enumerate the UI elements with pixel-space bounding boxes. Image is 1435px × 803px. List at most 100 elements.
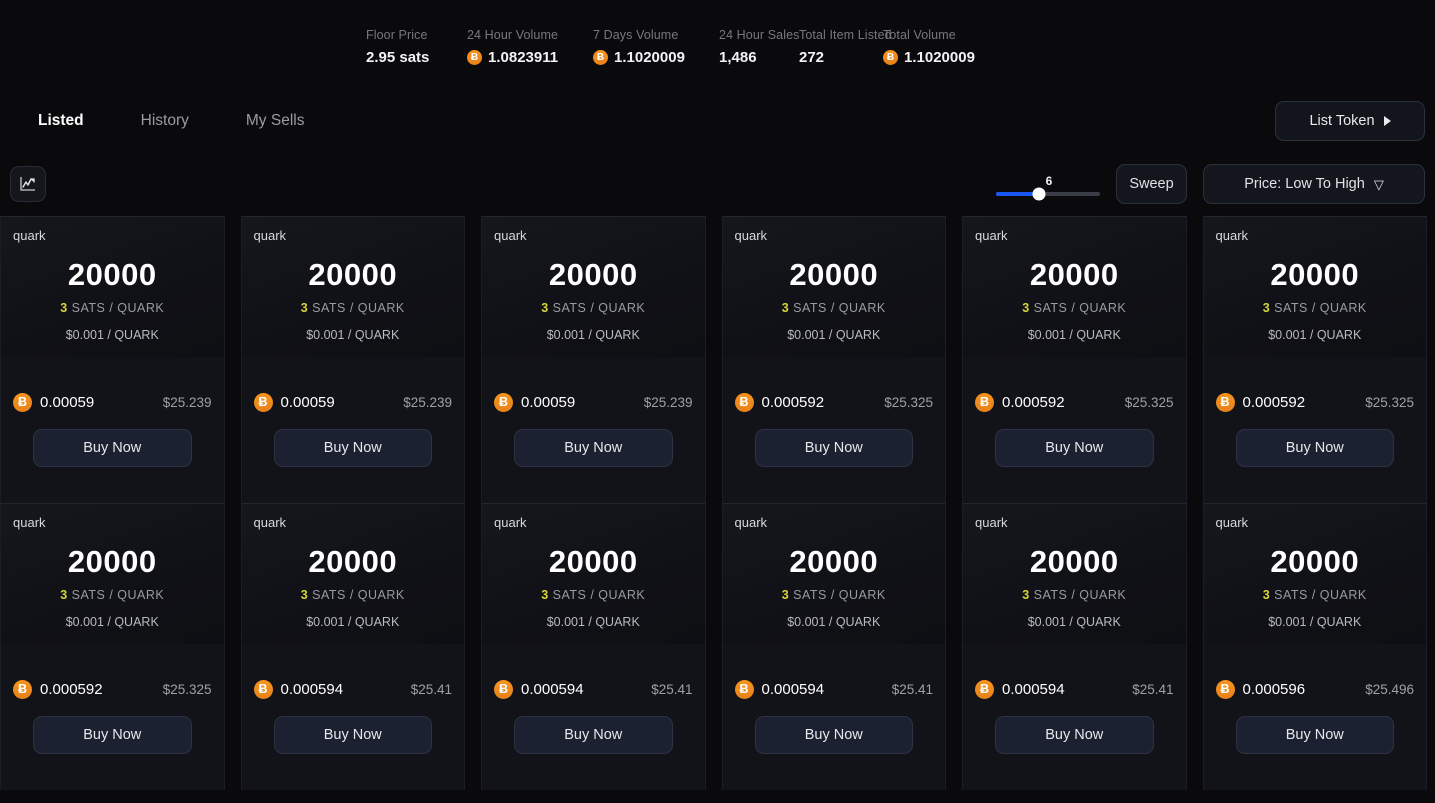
buy-now-label: Buy Now [564, 727, 622, 743]
stats-bar: Floor Price2.95 sats24 Hour VolumeɃ1.082… [0, 0, 1435, 90]
token-sat-rate-number: 3 [541, 301, 548, 315]
buy-now-button[interactable]: Buy Now [274, 716, 433, 754]
token-sat-rate-unit: SATS / QUARK [553, 588, 646, 602]
buy-now-button[interactable]: Buy Now [1236, 429, 1395, 467]
token-card[interactable]: quark200003 SATS / QUARK$0.001 / QUARK Ƀ0… [233, 503, 474, 790]
token-card[interactable]: quark200003 SATS / QUARK$0.001 / QUARKɃ0… [1195, 216, 1435, 503]
token-card-media: quark200003 SATS / QUARK$0.001 / QUARK [963, 217, 1186, 357]
sort-label: Price: Low To High [1244, 176, 1365, 192]
stat-value-text: 1.0823911 [488, 49, 558, 66]
token-card[interactable]: quark200003 SATS / QUARK$0.001 / QUARKɃ0… [233, 216, 474, 503]
buy-now-button[interactable]: Buy Now [755, 429, 914, 467]
token-btc-price-value: 0.00059 [281, 394, 335, 411]
slider-track[interactable] [996, 192, 1100, 196]
token-card-body: quark200003 SATS / QUARK$0.001 / QUARKɃ0… [962, 503, 1187, 790]
token-sat-rate-number: 3 [1022, 301, 1029, 315]
sweep-quantity-slider[interactable]: 6 [996, 172, 1100, 196]
list-token-button[interactable]: List Token [1275, 101, 1425, 141]
token-sat-rate: 3 SATS / QUARK [1, 588, 224, 602]
token-sat-rate-unit: SATS / QUARK [553, 301, 646, 315]
token-btc-price-value: 0.000596 [1243, 681, 1306, 698]
token-sat-rate-number: 3 [782, 588, 789, 602]
buy-now-button[interactable]: Buy Now [755, 716, 914, 754]
token-card[interactable]: quark200003 SATS / QUARK$0.001 / QUARKɃ0… [714, 216, 955, 503]
buy-now-button[interactable]: Buy Now [995, 716, 1154, 754]
buy-now-label: Buy Now [1286, 727, 1344, 743]
token-card-media: quark200003 SATS / QUARK$0.001 / QUARK [242, 504, 465, 644]
tab-my-sells[interactable]: My Sells [244, 108, 307, 134]
token-tag: quark [13, 515, 224, 530]
stat-value-text: 2.95 sats [366, 49, 429, 66]
token-sat-rate: 3 SATS / QUARK [1204, 588, 1427, 602]
token-card-body: quark200003 SATS / QUARK$0.001 / QUARKɃ0… [1203, 216, 1428, 503]
stat-value-text: 1,486 [719, 49, 757, 66]
token-tag: quark [494, 228, 705, 243]
token-sat-rate-unit: SATS / QUARK [793, 301, 886, 315]
token-price-row: Ƀ0.000592$25.325 [975, 393, 1174, 412]
token-sat-rate: 3 SATS / QUARK [963, 301, 1186, 315]
token-card[interactable]: quark200003 SATS / QUARK$0.001 / QUARKɃ0… [714, 503, 955, 790]
token-sat-rate-number: 3 [1022, 588, 1029, 602]
token-card[interactable]: quark200003 SATS / QUARK$0.001 / QUARKɃ0… [954, 503, 1195, 790]
chart-toggle-button[interactable] [10, 166, 46, 202]
token-tag: quark [1216, 515, 1427, 530]
token-tag: quark [975, 228, 1186, 243]
token-tag: quark [254, 515, 465, 530]
token-card[interactable]: quark200003 SATS / QUARK$0.001 / QUARK Ƀ0… [954, 216, 1195, 503]
token-btc-price-value: 0.00059 [521, 394, 575, 411]
token-sat-rate-unit: SATS / QUARK [793, 588, 886, 602]
token-card[interactable]: quark200003 SATS / QUARK$0.001 / QUARKɃ0… [473, 503, 714, 790]
bitcoin-icon: Ƀ [13, 393, 32, 412]
token-sat-rate-unit: SATS / QUARK [312, 301, 405, 315]
slider-thumb[interactable] [1032, 188, 1045, 201]
tabs-row: Listed History My Sells [0, 90, 1435, 152]
stat-value: 272 [799, 49, 883, 66]
buy-now-button[interactable]: Buy Now [1236, 716, 1395, 754]
token-sat-rate: 3 SATS / QUARK [723, 301, 946, 315]
token-sat-rate-number: 3 [1263, 301, 1270, 315]
token-usd-price: $25.496 [1365, 682, 1414, 697]
token-btc-price: Ƀ 0.00059 [494, 393, 575, 412]
sort-dropdown[interactable]: Price: Low To High ▽ [1203, 164, 1425, 204]
token-tag: quark [735, 515, 946, 530]
token-btc-price-value: 0.000592 [762, 394, 825, 411]
token-btc-price-value: 0.000594 [762, 681, 825, 698]
token-card-body: quark200003 SATS / QUARK$0.001 / QUARKɃ0… [1203, 503, 1428, 790]
buy-now-button[interactable]: Buy Now [514, 716, 673, 754]
token-card[interactable]: quark200003 SATS / QUARK$0.001 / QUARKɃ0… [1195, 503, 1435, 790]
stat-label: 24 Hour Volume [467, 28, 593, 42]
token-sat-rate-unit: SATS / QUARK [1034, 301, 1127, 315]
token-card[interactable]: quark200003 SATS / QUARK$0.001 / QUARKɃ0… [0, 216, 233, 503]
token-btc-price: Ƀ0.00059 [13, 393, 94, 412]
token-price-row: Ƀ0.000592$25.325 [13, 680, 212, 699]
sweep-button[interactable]: Sweep [1116, 164, 1187, 204]
token-amount: 20000 [963, 544, 1186, 580]
token-card-media: quark200003 SATS / QUARK$0.001 / QUARK [482, 217, 705, 357]
token-sat-rate-unit: SATS / QUARK [312, 588, 405, 602]
bitcoin-icon: Ƀ [13, 680, 32, 699]
token-usd-rate: $0.001 / QUARK [482, 328, 705, 342]
tab-listed[interactable]: Listed [36, 108, 86, 134]
buy-now-button[interactable]: Buy Now [33, 716, 192, 754]
stat-item: 7 Days VolumeɃ1.1020009 [593, 28, 719, 66]
token-usd-price: $25.41 [651, 682, 692, 697]
token-card[interactable]: quark200003 SATS / QUARK$0.001 / QUARKɃ0… [473, 216, 714, 503]
token-card-media: quark200003 SATS / QUARK$0.001 / QUARK [1204, 504, 1427, 644]
token-sat-rate: 3 SATS / QUARK [242, 301, 465, 315]
token-usd-price: $25.41 [892, 682, 933, 697]
buy-now-button[interactable]: Buy Now [995, 429, 1154, 467]
bitcoin-icon: Ƀ [254, 680, 273, 699]
buy-now-button[interactable]: Buy Now [514, 429, 673, 467]
tab-history[interactable]: History [139, 108, 191, 134]
token-card[interactable]: quark200003 SATS / QUARK$0.001 / QUARKɃ0… [0, 503, 233, 790]
token-usd-rate: $0.001 / QUARK [242, 328, 465, 342]
buy-now-button[interactable]: Buy Now [274, 429, 433, 467]
token-btc-price: Ƀ0.000594 [254, 680, 344, 699]
buy-now-button[interactable]: Buy Now [33, 429, 192, 467]
token-btc-price: Ƀ0.000592 [1216, 393, 1306, 412]
token-price-row: Ƀ0.000594$25.41 [735, 680, 934, 699]
token-card-media: quark200003 SATS / QUARK$0.001 / QUARK [963, 504, 1186, 644]
token-sat-rate-number: 3 [301, 588, 308, 602]
bitcoin-icon: Ƀ [494, 393, 513, 412]
token-sat-rate: 3 SATS / QUARK [242, 588, 465, 602]
